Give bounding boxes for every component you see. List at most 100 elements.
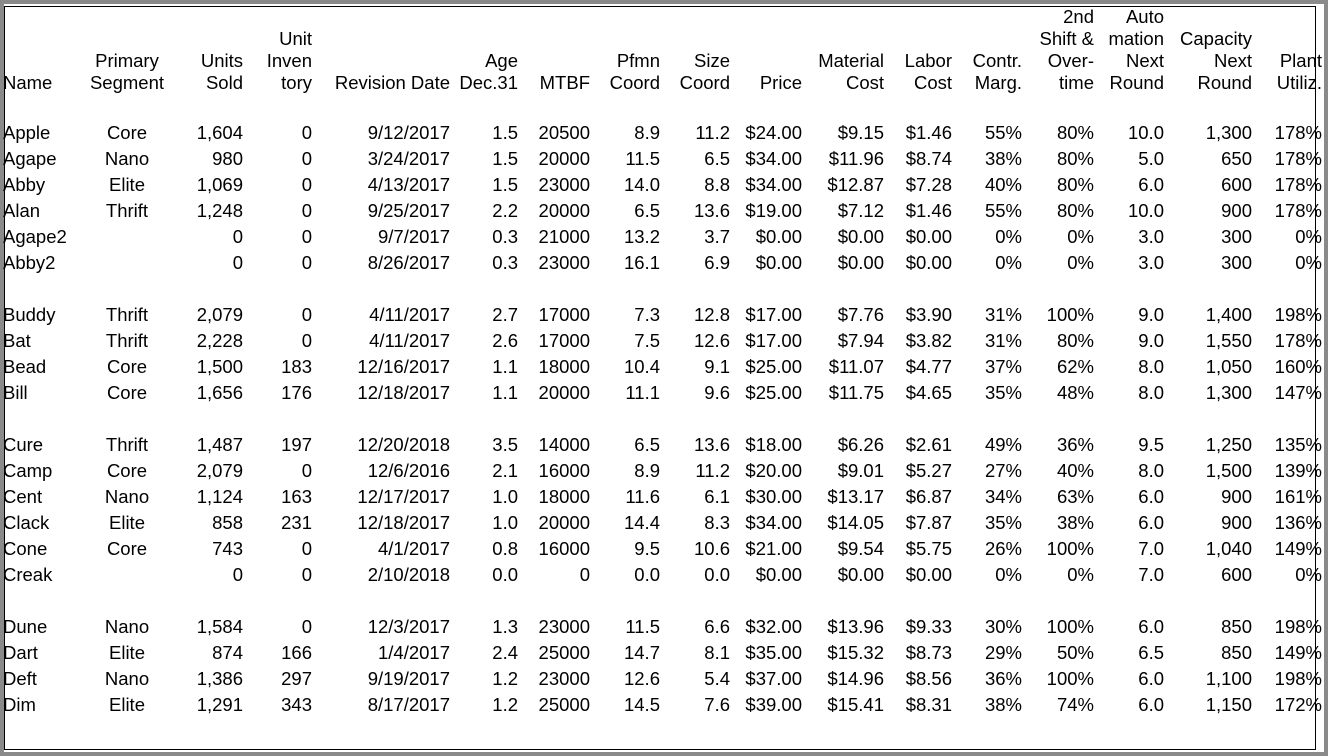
cell-plant: 161% [1274, 486, 1322, 507]
column-header-line: Over- [1047, 50, 1094, 71]
cell-overtime: 48% [1056, 382, 1094, 403]
cell-contr: 55% [984, 200, 1022, 221]
cell-mtbf: 25000 [538, 694, 590, 715]
cell-plant: 178% [1274, 200, 1322, 221]
cell-mtbf: 25000 [538, 642, 590, 663]
cell-segment [80, 562, 174, 588]
cell-pfmn: 14.0 [623, 174, 660, 195]
cell-capacity: 850 [1221, 642, 1252, 663]
cell-inventory: 231 [281, 512, 312, 533]
cell-size: 13.6 [693, 434, 730, 455]
cell-capacity: 900 [1221, 200, 1252, 221]
cell-overtime: 80% [1056, 174, 1094, 195]
cell-name: Agape2 [3, 226, 67, 247]
column-header-age: Age Dec.31 [451, 6, 519, 94]
group-spacer [2, 406, 1323, 432]
cell-name: Cure [3, 434, 44, 455]
table-row: Cone Core 743 0 4/1/2017 0.8 16000 9.5 10.6 $21.0… [2, 536, 1323, 562]
cell-capacity: 600 [1221, 174, 1252, 195]
cell-name: Bead [3, 356, 47, 377]
column-header-revision-date: Revision Date [313, 6, 451, 94]
cell-mtbf: 17000 [538, 304, 590, 325]
cell-pfmn: 8.9 [634, 460, 660, 481]
cell-contr: 34% [984, 486, 1022, 507]
cell-age: 0.3 [492, 226, 518, 247]
cell-contr: 0% [995, 564, 1022, 585]
column-header-line: Utiliz. [1276, 72, 1322, 93]
cell-plant: 136% [1274, 512, 1322, 533]
cell-mtbf: 20000 [538, 148, 590, 169]
column-header-line: Dec.31 [459, 72, 518, 93]
cell-units-sold: 874 [212, 642, 243, 663]
cell-size: 5.4 [704, 668, 730, 689]
cell-labor: $2.61 [905, 434, 952, 455]
cell-segment: Nano [104, 616, 150, 637]
cell-price: $17.00 [745, 304, 802, 325]
cell-contr: 40% [984, 174, 1022, 195]
cell-size: 6.6 [704, 616, 730, 637]
cell-material: $13.96 [827, 616, 884, 637]
cell-material: $0.00 [837, 226, 884, 247]
cell-age: 1.0 [492, 512, 518, 533]
cell-capacity: 300 [1221, 226, 1252, 247]
table-row: Buddy Thrift 2,079 0 4/11/2017 2.7 17000 7.3 12.… [2, 302, 1323, 328]
table-row: Apple Core 1,604 0 9/12/2017 1.5 20500 8.9 11.2 $… [2, 120, 1323, 146]
cell-automation: 6.5 [1138, 642, 1164, 663]
cell-contr: 29% [984, 642, 1022, 663]
cell-capacity: 1,100 [1205, 668, 1252, 689]
cell-segment: Elite [109, 642, 145, 663]
column-header-line: mation [1108, 28, 1164, 49]
cell-segment: Core [106, 356, 148, 377]
cell-revision-date: 4/13/2017 [367, 174, 450, 195]
column-header-line: Cost [913, 72, 952, 93]
cell-material: $6.26 [837, 434, 884, 455]
table-row: Clack Elite 858 231 12/18/2017 1.0 20000 14.4 8.… [2, 510, 1323, 536]
spacer-cell [2, 276, 1323, 302]
table-row: Camp Core 2,079 0 12/6/2016 2.1 16000 8.9 11.2 $2… [2, 458, 1323, 484]
column-header-line: Labor [904, 50, 952, 71]
cell-capacity: 1,050 [1205, 356, 1252, 377]
cell-automation: 9.0 [1138, 304, 1164, 325]
cell-labor: $7.87 [905, 512, 952, 533]
cell-labor: $4.77 [905, 356, 952, 377]
cell-price: $0.00 [755, 252, 802, 273]
column-header-line: Cost [845, 72, 884, 93]
cell-automation: 6.0 [1138, 668, 1164, 689]
cell-segment [80, 224, 174, 250]
group-spacer [2, 276, 1323, 302]
cell-material: $15.41 [827, 694, 884, 715]
cell-name: Apple [3, 122, 51, 143]
column-header-line: Shift & [1039, 28, 1095, 49]
cell-revision-date: 12/6/2016 [367, 460, 450, 481]
column-header-plant: Plant Utiliz. [1253, 6, 1323, 94]
cell-mtbf: 18000 [538, 486, 590, 507]
cell-pfmn: 7.5 [634, 330, 660, 351]
cell-labor: $9.33 [905, 616, 952, 637]
cell-plant: 160% [1274, 356, 1322, 377]
cell-material: $13.17 [827, 486, 884, 507]
cell-size: 0.0 [704, 564, 730, 585]
column-header-line: Coord [609, 72, 660, 93]
cell-overtime: 50% [1056, 642, 1094, 663]
cell-material: $15.32 [827, 642, 884, 663]
column-header-line: Contr. [972, 50, 1022, 71]
cell-segment: Core [106, 122, 148, 143]
cell-overtime: 36% [1056, 434, 1094, 455]
cell-name: Clack [3, 512, 50, 533]
cell-inventory: 0 [301, 226, 312, 247]
cell-pfmn: 13.2 [623, 226, 660, 247]
cell-price: $37.00 [745, 668, 802, 689]
column-header-segment: Primary Segment [80, 6, 174, 94]
header-row: Name Primary Segment Units Sold Unit Inven tory… [2, 6, 1323, 94]
cell-overtime: 100% [1046, 538, 1094, 559]
cell-overtime: 100% [1046, 668, 1094, 689]
cell-revision-date: 4/11/2017 [369, 304, 450, 325]
cell-plant: 178% [1274, 148, 1322, 169]
cell-name: Bill [3, 382, 28, 403]
column-header-labor: Labor Cost [885, 6, 953, 94]
cell-automation: 6.0 [1138, 616, 1164, 637]
column-header-line: Age [485, 50, 518, 71]
cell-price: $20.00 [745, 460, 802, 481]
cell-age: 1.0 [492, 486, 518, 507]
table-body: Apple Core 1,604 0 9/12/2017 1.5 20500 8.9 11.2 $… [2, 94, 1323, 718]
